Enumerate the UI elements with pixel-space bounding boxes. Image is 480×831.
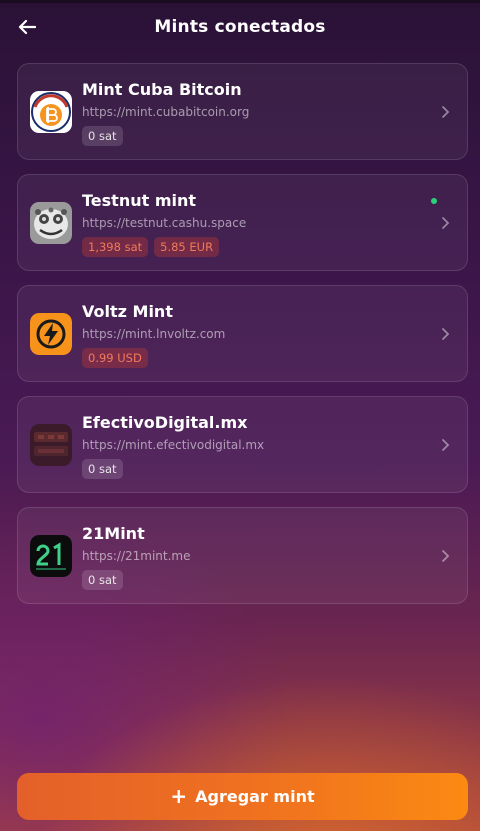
balance-badge: 0 sat	[82, 459, 123, 479]
mint-url: https://mint.efectivodigital.mx	[82, 438, 265, 452]
chevron-right-icon	[442, 328, 450, 340]
arrow-left-icon	[18, 19, 36, 35]
fiat-badge: 0.99 USD	[82, 348, 148, 368]
balance-badges: 0 sat	[82, 459, 123, 479]
mint-url: https://mint.lnvoltz.com	[82, 327, 226, 341]
page-title: Mints conectados	[154, 17, 326, 37]
plus-icon: +	[170, 783, 188, 808]
balance-badge: 0 sat	[82, 126, 123, 146]
chevron-right-icon	[442, 550, 450, 562]
add-mint-label: Agregar mint	[195, 787, 315, 806]
balance-badges: 0 sat	[82, 126, 123, 146]
back-button[interactable]	[12, 12, 42, 42]
mint-card[interactable]: EfectivoDigital.mx https://mint.efectivo…	[17, 396, 468, 493]
chevron-right-icon	[442, 439, 450, 451]
balance-badges: 1,398 sat 5.85 EUR	[82, 237, 220, 257]
mint-name: Testnut mint	[82, 191, 197, 210]
balance-badge: 1,398 sat	[82, 237, 149, 257]
balance-badge: 0 sat	[82, 570, 123, 590]
chevron-right-icon	[442, 106, 450, 118]
21mint-logo	[30, 535, 72, 577]
mint-name: Mint Cuba Bitcoin	[82, 80, 242, 99]
mint-url: https://mint.cubabitcoin.org	[82, 105, 250, 119]
mint-card[interactable]: Voltz Mint https://mint.lnvoltz.com 0.99…	[17, 285, 468, 382]
voltz-logo	[30, 313, 72, 355]
mint-name: 21Mint	[82, 524, 145, 543]
balance-badges: 0.99 USD	[82, 348, 148, 368]
add-mint-button[interactable]: + Agregar mint	[17, 773, 468, 820]
efectivo-digital-logo	[30, 424, 72, 466]
cuba-bitcoin-logo	[30, 91, 72, 133]
testnut-logo	[30, 202, 72, 244]
mint-url: https://21mint.me	[82, 549, 191, 563]
mint-list: Mint Cuba Bitcoin https://mint.cubabitco…	[17, 63, 468, 618]
app-header: Mints conectados	[0, 0, 480, 54]
mint-name: EfectivoDigital.mx	[82, 413, 248, 432]
fiat-badge: 5.85 EUR	[154, 237, 220, 257]
balance-badges: 0 sat	[82, 570, 123, 590]
mint-url: https://testnut.cashu.space	[82, 216, 247, 230]
mint-card[interactable]: 21Mint https://21mint.me 0 sat	[17, 507, 468, 604]
mint-card[interactable]: Testnut mint https://testnut.cashu.space…	[17, 174, 468, 271]
chevron-right-icon	[442, 217, 450, 229]
mint-card[interactable]: Mint Cuba Bitcoin https://mint.cubabitco…	[17, 63, 468, 160]
active-status-indicator	[431, 198, 437, 204]
mint-name: Voltz Mint	[82, 302, 173, 321]
